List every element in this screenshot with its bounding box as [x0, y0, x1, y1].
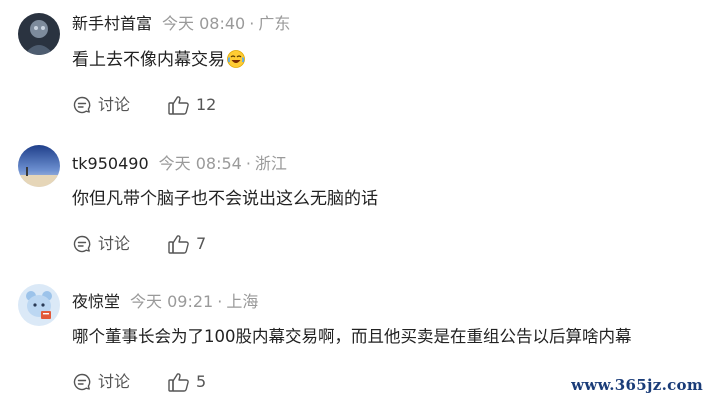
avatar[interactable] [18, 13, 60, 55]
timestamp: 今天 09:21 [130, 292, 214, 311]
comment-header: tk950490 今天 08:54 · 浙江 [72, 154, 287, 174]
comment-text-wrap: 看上去不像内幕交易 [72, 49, 245, 71]
separator: · [245, 154, 251, 173]
comment-bubble-icon [73, 96, 91, 114]
comment-header: 夜惊堂 今天 09:21 · 上海 [72, 292, 258, 312]
discuss-button[interactable]: 讨论 [72, 234, 130, 254]
comment-bubble-icon [73, 373, 91, 391]
comment-text: 你但凡带个脑子也不会说出这么无脑的话 [72, 189, 378, 209]
timestamp: 今天 08:54 [158, 154, 242, 173]
separator: · [249, 14, 255, 33]
like-button[interactable]: 12 [168, 95, 216, 115]
comment-list: 新手村首富 今天 08:40 · 广东 看上去不像内幕交易 讨论 12 tk95… [0, 0, 711, 404]
location: 浙江 [254, 154, 287, 173]
comment-text: 看上去不像内幕交易 [72, 50, 225, 70]
like-button[interactable]: 7 [168, 234, 206, 254]
discuss-label: 讨论 [98, 95, 131, 114]
thumbs-up-icon [168, 235, 189, 254]
discuss-label: 讨论 [98, 234, 131, 253]
discuss-button[interactable]: 讨论 [72, 372, 130, 392]
thumbs-up-icon [168, 373, 189, 392]
comment-header: 新手村首富 今天 08:40 · 广东 [72, 14, 290, 34]
separator: · [217, 292, 223, 311]
location: 广东 [258, 14, 291, 33]
like-count: 12 [196, 95, 217, 114]
watermark: www.365jz.com [571, 376, 703, 394]
crying-laughing-emoji-icon [227, 50, 245, 68]
comment-bubble-icon [73, 235, 91, 253]
like-button[interactable]: 5 [168, 372, 206, 392]
discuss-button[interactable]: 讨论 [72, 95, 130, 115]
location: 上海 [226, 292, 259, 311]
username[interactable]: 夜惊堂 [72, 292, 120, 311]
avatar[interactable] [18, 145, 60, 187]
discuss-label: 讨论 [98, 372, 131, 391]
thumbs-up-icon [168, 96, 189, 115]
like-count: 5 [196, 372, 207, 391]
avatar[interactable] [18, 284, 60, 326]
comment-text: 哪个董事长会为了100股内幕交易啊，而且他买卖是在重组公告以后算啥内幕 [72, 327, 632, 346]
like-count: 7 [196, 234, 207, 253]
username[interactable]: 新手村首富 [72, 14, 152, 33]
timestamp: 今天 08:40 [162, 14, 246, 33]
username[interactable]: tk950490 [72, 154, 149, 173]
